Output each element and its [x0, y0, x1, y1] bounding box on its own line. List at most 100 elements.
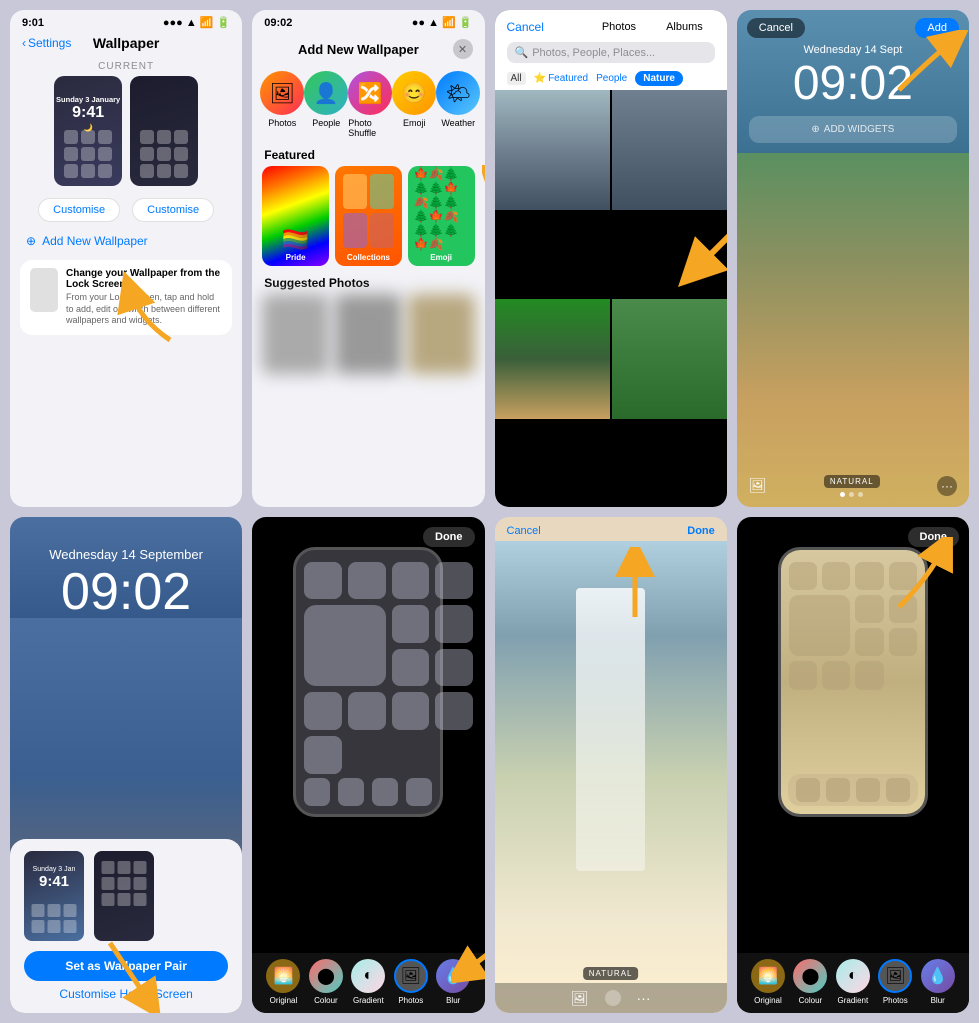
photo-app-2 [822, 562, 850, 590]
mini-lock-screen[interactable]: Sunday 3 Jan 9:41 [24, 851, 84, 941]
search-field[interactable]: 🔍 Photos, People, Places... [507, 42, 715, 63]
filter-all[interactable]: All [507, 72, 526, 85]
done-button[interactable]: Done [908, 527, 960, 547]
original-option[interactable]: 🌅 Original [266, 959, 300, 1005]
close-button[interactable]: ✕ [453, 39, 473, 59]
photos-option[interactable]: 🖼 Photos [878, 959, 912, 1005]
filter-featured[interactable]: ⭐ Featured [534, 73, 588, 84]
app-11 [392, 692, 430, 730]
status-bar: 9:01 ●●● ▲ 📶 🔋 [10, 10, 242, 31]
gradient-option[interactable]: ◐ Gradient [351, 959, 385, 1005]
emoji-option[interactable]: 😊 Emoji [392, 71, 436, 138]
customise-lock-btn[interactable]: Customise [38, 198, 120, 222]
photos-option[interactable]: 🖼 Photos [260, 71, 304, 138]
tab-photos[interactable]: Photos [590, 18, 648, 36]
aerial-photo: 🖼 NATURAL ··· [737, 153, 969, 507]
suggested-3[interactable] [408, 294, 475, 374]
modal-title: Add New Wallpaper [298, 42, 419, 57]
add-wallpaper-panel: 09:02 ●● ▲ 📶 🔋 Add New Wallpaper ✕ 🖼 Pho… [252, 10, 484, 507]
emoji-icon: 😊 [392, 71, 436, 115]
preview-date: Wednesday 14 Sept [737, 42, 969, 58]
photo-2[interactable] [612, 90, 727, 210]
photo-1[interactable] [495, 90, 610, 210]
customise-home-btn[interactable]: Customise [132, 198, 214, 222]
suggested-label: Suggested Photos [252, 272, 484, 294]
modal-header: Add New Wallpaper ✕ [252, 31, 484, 65]
home-screen-thumb[interactable] [130, 76, 198, 186]
tab-row: Photos Albums [590, 18, 715, 36]
gradient-option[interactable]: ◐ Gradient [836, 959, 870, 1005]
nav-title: Wallpaper [93, 35, 159, 51]
add-button[interactable]: Add [915, 18, 959, 38]
photo-app-1 [789, 562, 817, 590]
lock-widgets [64, 130, 112, 178]
colour-option[interactable]: ⬤ Colour [793, 959, 827, 1005]
photo-app-7 [855, 628, 883, 656]
back-button[interactable]: ‹ Settings [22, 36, 71, 50]
people-option[interactable]: 👤 People [304, 71, 348, 138]
original-option[interactable]: 🌅 Original [751, 959, 785, 1005]
colour-option[interactable]: ⬤ Colour [309, 959, 343, 1005]
photo-4[interactable] [612, 299, 727, 419]
lock-screen-thumb[interactable]: Sunday 3 January 9:41 🌙 [54, 76, 122, 186]
mini-home-screen[interactable] [94, 851, 154, 941]
home-editor-panel: Done 🌅 Original [252, 517, 484, 1014]
photo-app-4 [889, 562, 917, 590]
app-large [304, 605, 385, 686]
colour-circle: ⬤ [793, 959, 827, 993]
crop-top-bar: Cancel Done [495, 517, 727, 541]
set-wallpaper-button[interactable]: Set as Wallpaper Pair [24, 951, 228, 981]
done-button[interactable]: Done [423, 527, 475, 547]
add-widgets-bar[interactable]: ⊕ ADD WIDGETS [749, 116, 957, 143]
status-time: 9:01 [22, 17, 44, 29]
cancel-button[interactable]: Cancel [747, 18, 805, 38]
mini-preview: Sunday 3 Jan 9:41 [24, 851, 228, 941]
photos-option[interactable]: 🖼 Photos [394, 959, 428, 1005]
dot-2 [849, 492, 854, 497]
weather-option[interactable]: 🌤 Weather [436, 71, 480, 138]
waterfall-photo: 🖼 ··· NATURAL [495, 541, 727, 1014]
suggested-2[interactable] [335, 294, 402, 374]
photo-grid [495, 90, 727, 507]
colour-circle: ⬤ [309, 959, 343, 993]
add-wallpaper-button[interactable]: ⊕ Add New Wallpaper [10, 230, 242, 256]
natural-badge: NATURAL [583, 967, 639, 980]
pride-card[interactable]: 🏳️‍🌈 Pride [262, 166, 329, 266]
more-icon[interactable]: ··· [637, 990, 651, 1006]
current-label: CURRENT [10, 55, 242, 76]
preview-top-bar: Cancel Add [737, 10, 969, 42]
cancel-button[interactable]: Cancel [507, 20, 544, 34]
emoji-card[interactable]: 🌲🌲🌲🍁🍂🌲🌲🌲🍁🍂🌲🌲🌲🍁🍂🌲🌲🌲🍁🍂 Emoji [408, 166, 475, 266]
dock-icon-4 [886, 778, 910, 802]
done-button[interactable]: Done [687, 525, 715, 537]
suggested-1[interactable] [262, 294, 329, 374]
app-grid [304, 562, 432, 774]
tip-title: Change your Wallpaper from the Lock Scre… [66, 268, 222, 290]
photo-app-10 [822, 661, 850, 689]
blur-option[interactable]: 💧 Blur [436, 959, 470, 1005]
tab-albums[interactable]: Albums [654, 18, 715, 36]
app-8 [435, 649, 473, 687]
dot-3 [858, 492, 863, 497]
collections-card[interactable]: Collections [335, 166, 402, 266]
wallpaper-settings-panel: 9:01 ●●● ▲ 📶 🔋 ‹ Settings Wallpaper CURR… [10, 10, 242, 507]
dot-row [840, 492, 863, 497]
p2-status: 09:02 ●● ▲ 📶 🔋 [252, 10, 484, 31]
preview-bottom-bar: 🖼 NATURAL ··· [737, 475, 969, 497]
photo-3[interactable] [495, 299, 610, 419]
blur-option[interactable]: 💧 Blur [921, 959, 955, 1005]
people-icon: 👤 [304, 71, 348, 115]
app-4 [435, 562, 473, 600]
photo-dock [788, 774, 918, 806]
dock-icon-3 [856, 778, 880, 802]
customise-home-button[interactable]: Customise Home Screen [24, 987, 228, 1001]
photo-picker-panel: Cancel Photos Albums 🔍 Photos, People, P… [495, 10, 727, 507]
more-button[interactable]: ··· [937, 476, 957, 496]
filter-nature[interactable]: Nature [635, 71, 683, 86]
filter-people[interactable]: People [596, 73, 627, 84]
shuffle-icon: 🔀 [348, 71, 392, 115]
photo-phone [778, 547, 928, 817]
cancel-button[interactable]: Cancel [507, 525, 541, 537]
photo-app-grid [789, 562, 917, 690]
shuffle-option[interactable]: 🔀 Photo Shuffle [348, 71, 392, 138]
